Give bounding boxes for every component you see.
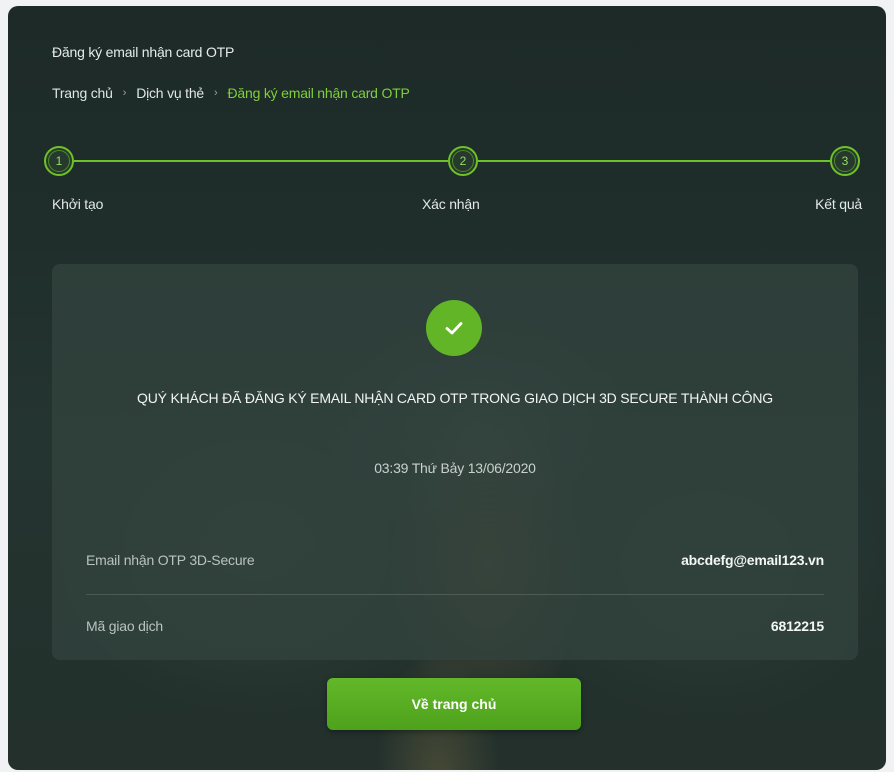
step-1-label: Khởi tạo [52, 196, 104, 212]
breadcrumb: Trang chủ › Dịch vụ thẻ › Đăng ký email … [52, 85, 410, 101]
back-to-home-button[interactable]: Về trang chủ [327, 678, 581, 730]
breadcrumb-separator-icon: › [214, 87, 218, 99]
step-3-label: Kết quả [815, 196, 862, 212]
step-3-number: 3 [834, 150, 856, 172]
transaction-timestamp: 03:39 Thứ Bảy 13/06/2020 [374, 460, 536, 476]
result-card: QUÝ KHÁCH ĐÃ ĐĂNG KÝ EMAIL NHẬN CARD OTP… [52, 264, 858, 660]
breadcrumb-separator-icon: › [122, 87, 127, 99]
detail-row-transaction-id: Mã giao dịch 6812215 [86, 604, 824, 648]
progress-stepper: 1 2 3 Khởi tạo Xác nhận Kết quả [44, 146, 862, 216]
step-2-label: Xác nhận [422, 196, 480, 212]
divider [86, 594, 824, 595]
breadcrumb-home[interactable]: Trang chủ [52, 85, 113, 101]
detail-row-email: Email nhận OTP 3D-Secure abcdefg@email12… [86, 538, 824, 582]
result-title: QUÝ KHÁCH ĐÃ ĐĂNG KÝ EMAIL NHẬN CARD OTP… [137, 390, 773, 406]
step-connector-1 [74, 160, 448, 162]
detail-label: Mã giao dịch [86, 618, 163, 634]
step-1-indicator: 1 [44, 146, 74, 176]
breadcrumb-card-services[interactable]: Dịch vụ thẻ [136, 85, 204, 101]
step-3-indicator: 3 [830, 146, 860, 176]
step-connector-2 [478, 160, 830, 162]
check-circle-icon [426, 300, 482, 356]
page-title: Đăng ký email nhận card OTP [52, 44, 235, 60]
main-panel: Đăng ký email nhận card OTP Trang chủ › … [8, 6, 886, 770]
step-2-indicator: 2 [448, 146, 478, 176]
breadcrumb-current: Đăng ký email nhận card OTP [227, 85, 410, 101]
detail-label: Email nhận OTP 3D-Secure [86, 552, 255, 568]
step-1-number: 1 [48, 150, 70, 172]
detail-value: abcdefg@email123.vn [681, 552, 824, 568]
step-2-number: 2 [452, 150, 474, 172]
detail-value: 6812215 [770, 618, 824, 634]
